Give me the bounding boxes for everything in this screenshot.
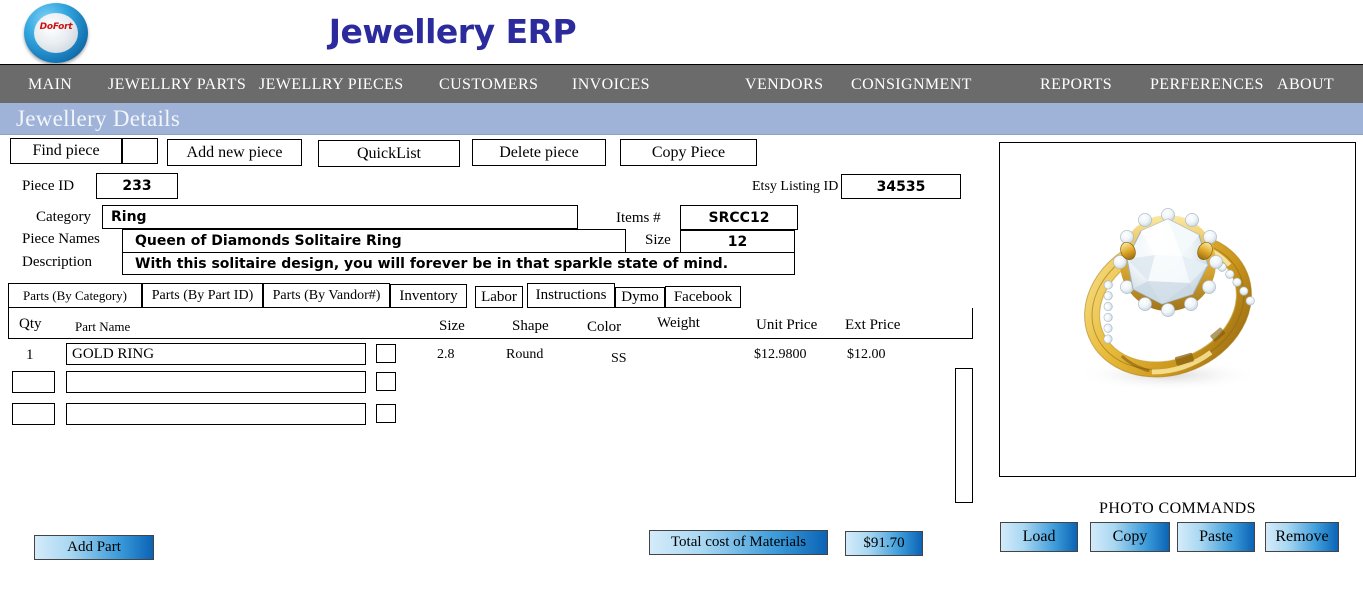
size-label: Size [645, 232, 671, 248]
photo-commands-title: PHOTO COMMANDS [1099, 500, 1256, 517]
row-select-checkbox[interactable] [376, 404, 396, 423]
nav-item-reports[interactable]: REPORTS [1040, 76, 1112, 94]
row-qty-input[interactable] [12, 371, 55, 393]
category-input[interactable]: Ring [102, 205, 578, 229]
items-number-label: Items # [616, 210, 661, 226]
etsy-listing-id-label: Etsy Listing ID [752, 179, 839, 194]
tab-parts-by-category[interactable]: Parts (By Category) [8, 283, 142, 308]
nav-item-main[interactable]: MAIN [28, 76, 72, 94]
photo-paste-button[interactable]: Paste [1177, 522, 1255, 552]
description-label: Description [22, 254, 92, 270]
row-size-value: 2.8 [437, 347, 455, 362]
row-select-checkbox[interactable] [376, 372, 396, 391]
nav-item-consignment[interactable]: CONSIGNMENT [851, 76, 972, 94]
add-part-button[interactable]: Add Part [34, 535, 154, 560]
find-piece-input[interactable] [122, 138, 158, 164]
nav-item-customers[interactable]: CUSTOMERS [439, 76, 538, 94]
etsy-listing-id-input[interactable]: 34535 [841, 174, 961, 199]
row-part-name-input[interactable] [66, 371, 366, 393]
column-header-weight: Weight [657, 315, 700, 331]
photo-remove-button[interactable]: Remove [1265, 522, 1339, 552]
piece-names-input[interactable]: Queen of Diamonds Solitaire Ring [122, 229, 626, 253]
photo-copy-button[interactable]: Copy [1090, 522, 1170, 552]
quicklist-button[interactable]: QuickList [318, 140, 460, 167]
main-navigation[interactable]: MAIN JEWELLRY PARTS JEWELLRY PIECES CUSTOME… [0, 64, 1363, 105]
app-header: DoFort Jewellery ERP [0, 0, 1363, 64]
photo-load-button[interactable]: Load [1000, 522, 1078, 552]
size-input[interactable]: 12 [680, 230, 795, 254]
row-unit-price-value: $12.9800 [754, 347, 807, 362]
nav-item-invoices[interactable]: INVOICES [572, 76, 650, 94]
parts-table-scrollbar[interactable] [955, 368, 973, 503]
tab-inventory[interactable]: Inventory [390, 284, 467, 308]
column-header-size: Size [439, 318, 465, 334]
row-color-value: SS [611, 351, 627, 366]
copy-piece-button[interactable]: Copy Piece [620, 139, 757, 166]
row-select-checkbox[interactable] [376, 344, 396, 363]
piece-photo-frame[interactable] [999, 142, 1356, 477]
row-qty-value: 1 [26, 347, 34, 363]
nav-item-vendors[interactable]: VENDORS [745, 76, 823, 94]
add-new-piece-button[interactable]: Add new piece [167, 139, 302, 166]
column-header-qty: Qty [19, 316, 42, 332]
nav-item-about[interactable]: ABOUT [1277, 76, 1334, 94]
piece-id-label: Piece ID [22, 178, 75, 194]
find-piece-button[interactable]: Find piece [10, 138, 122, 164]
ring-photo [1000, 143, 1355, 476]
column-header-ext-price: Ext Price [845, 317, 901, 333]
row-ext-price-value: $12.00 [847, 347, 886, 362]
app-title: Jewellery ERP [328, 12, 577, 51]
items-number-input[interactable]: SRCC12 [680, 205, 798, 230]
page-title: Jewellery Details [16, 106, 181, 131]
total-cost-label-button[interactable]: Total cost of Materials [649, 530, 828, 555]
tab-labor[interactable]: Labor [475, 286, 523, 308]
row-part-name-input[interactable] [66, 403, 366, 425]
piece-id-input[interactable]: 233 [96, 173, 178, 199]
row-qty-input[interactable] [12, 403, 55, 425]
page-title-bar: Jewellery Details [0, 103, 1363, 135]
description-input[interactable]: With this solitaire design, you will for… [122, 252, 795, 275]
delete-piece-button[interactable]: Delete piece [472, 139, 606, 166]
tab-parts-by-vandor[interactable]: Parts (By Vandor#) [263, 283, 390, 308]
row-part-name-input[interactable]: GOLD RING [66, 343, 366, 365]
column-header-part-name: Part Name [75, 319, 131, 334]
tab-instructions[interactable]: Instructions [527, 283, 615, 308]
row-shape-value: Round [506, 347, 544, 362]
tab-parts-by-part-id[interactable]: Parts (By Part ID) [142, 283, 263, 308]
nav-item-jewellry-parts[interactable]: JEWELLRY PARTS [108, 76, 246, 94]
column-header-color: Color [587, 319, 622, 335]
parts-tab-strip[interactable]: Parts (By Category) Parts (By Part ID) Par… [8, 283, 973, 308]
parts-table-header: Qty Part Name Size Shape Color Weight Unit Pri… [8, 308, 973, 339]
piece-names-label: Piece Names [22, 231, 100, 247]
column-header-unit-price: Unit Price [756, 317, 818, 333]
tab-facebook[interactable]: Facebook [665, 286, 741, 308]
nav-item-perferences[interactable]: PERFERENCES [1150, 76, 1264, 94]
category-label: Category [36, 209, 91, 225]
tab-dymo[interactable]: Dymo [615, 287, 665, 308]
total-cost-value: $91.70 [845, 531, 923, 556]
nav-item-jewellry-pieces[interactable]: JEWELLRY PIECES [259, 76, 404, 94]
column-header-shape: Shape [512, 318, 549, 334]
